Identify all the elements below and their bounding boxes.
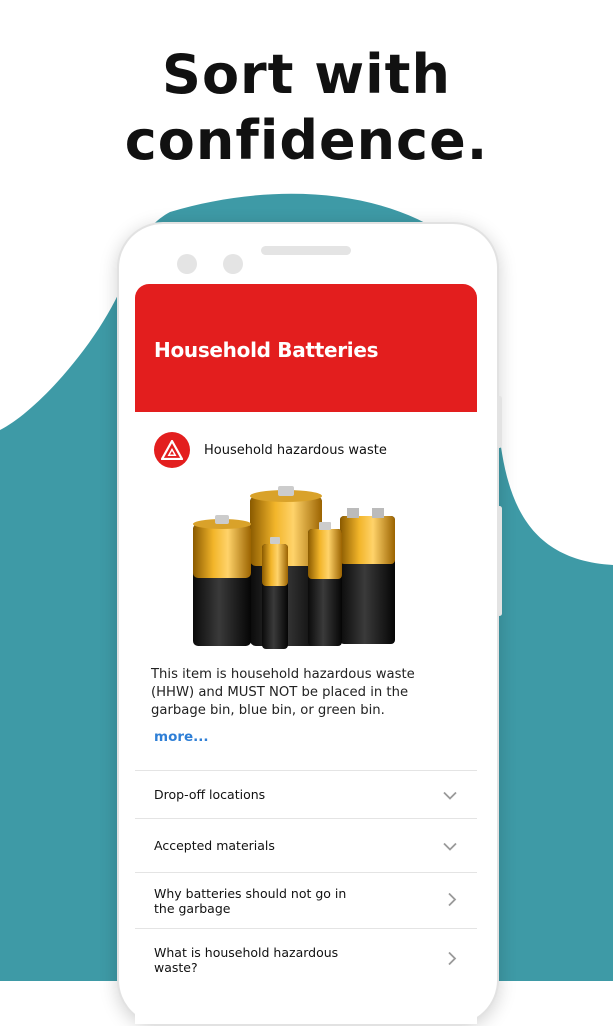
section-label: Drop-off locations (154, 787, 266, 802)
chevron-down-icon (443, 836, 457, 855)
phone-camera-dot-2 (223, 254, 243, 274)
more-link[interactable]: more... (154, 729, 209, 745)
headline-line-2: confidence. (124, 109, 489, 172)
category-label: Household hazardous waste (204, 442, 387, 458)
section-label: Why batteries should not go in the garba… (154, 885, 347, 916)
chevron-right-icon (448, 891, 457, 910)
section-label: Accepted materials (154, 838, 275, 853)
chevron-right-icon (448, 950, 457, 969)
chevron-down-icon (443, 785, 457, 804)
phone-side-button-lower (497, 506, 502, 616)
section-label: What is household hazardous waste? (154, 944, 339, 975)
item-description: This item is household hazardous waste (… (151, 667, 415, 718)
phone-camera-dot-1 (177, 254, 197, 274)
item-title: Household Batteries (154, 338, 379, 362)
phone-frame: Household Batteries Household hazardous … (117, 222, 502, 1026)
section-why-batteries-not-garbage[interactable]: Why batteries should not go in the garba… (135, 872, 477, 928)
section-drop-off-locations[interactable]: Drop-off locations (135, 770, 477, 818)
section-accepted-materials[interactable]: Accepted materials (135, 818, 477, 872)
headline: Sort with confidence. (0, 42, 613, 174)
phone-speaker (261, 246, 351, 255)
item-header: Household Batteries (135, 284, 477, 412)
app-screen: Household Batteries Household hazardous … (135, 284, 477, 1024)
headline-line-1: Sort with (162, 43, 451, 106)
phone-side-button-upper (497, 396, 502, 448)
batteries-image (193, 486, 395, 649)
hazard-triangle-icon (154, 432, 190, 468)
category-row: Household hazardous waste (154, 432, 387, 468)
